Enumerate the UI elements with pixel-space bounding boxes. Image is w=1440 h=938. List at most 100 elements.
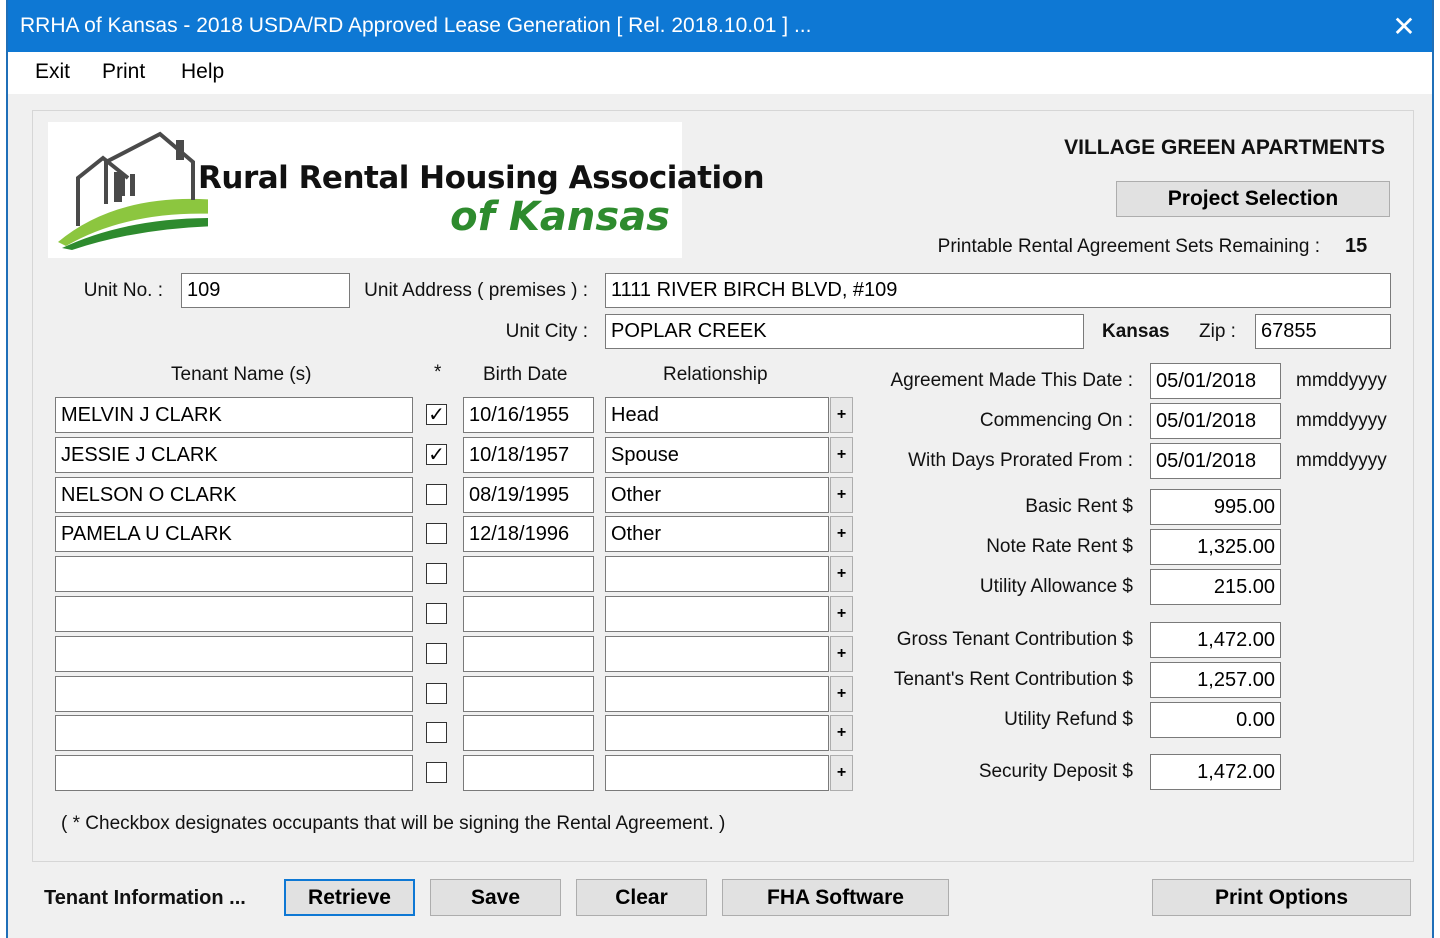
birth-date-field[interactable] (463, 437, 594, 473)
amount-label: Gross Tenant Contribution $ (896, 629, 1133, 650)
relationship-field[interactable] (605, 477, 829, 513)
date-format-hint: mmddyyyy (1296, 370, 1387, 391)
tenant-name-field[interactable] (55, 755, 413, 791)
close-icon[interactable]: ✕ (1386, 8, 1422, 44)
date-field[interactable] (1150, 363, 1281, 399)
save-button[interactable]: Save (430, 879, 561, 916)
clear-button[interactable]: Clear (576, 879, 707, 916)
birth-date-field[interactable] (463, 477, 594, 513)
retrieve-button[interactable]: Retrieve (284, 879, 415, 916)
date-format-hint: mmddyyyy (1296, 410, 1387, 431)
tenant-name-field[interactable] (55, 715, 413, 751)
zip-field[interactable] (1255, 314, 1391, 349)
tenant-name-field[interactable] (55, 556, 413, 592)
amount-field[interactable] (1150, 529, 1281, 565)
signing-checkbox[interactable] (426, 643, 447, 664)
signing-checkbox[interactable] (426, 683, 447, 704)
amount-label: Security Deposit $ (978, 761, 1133, 782)
relationship-dropdown-button[interactable]: + (830, 477, 853, 513)
amount-field[interactable] (1150, 622, 1281, 658)
menu-help[interactable]: Help (181, 60, 224, 84)
relationship-dropdown-button[interactable]: + (830, 676, 853, 712)
date-label: Agreement Made This Date : (890, 370, 1133, 391)
signing-checkbox[interactable] (426, 484, 447, 505)
relationship-field[interactable] (605, 676, 829, 712)
menu-exit[interactable]: Exit (35, 60, 70, 84)
birth-date-field[interactable] (463, 596, 594, 632)
signing-checkbox[interactable]: ✓ (426, 444, 447, 465)
amount-label: Utility Refund $ (1004, 709, 1133, 730)
relationship-field[interactable] (605, 397, 829, 433)
tenant-name-field[interactable] (55, 477, 413, 513)
rrha-logo: Rural Rental Housing Association of Kans… (48, 122, 765, 258)
birth-date-field[interactable] (463, 636, 594, 672)
relationship-dropdown-button[interactable]: + (830, 397, 853, 433)
relationship-dropdown-button[interactable]: + (830, 516, 853, 552)
signing-checkbox[interactable] (426, 523, 447, 544)
relationship-dropdown-button[interactable]: + (830, 556, 853, 592)
unit-no-label: Unit No. : (83, 280, 163, 301)
tenant-name-field[interactable] (55, 596, 413, 632)
date-field[interactable] (1150, 443, 1281, 479)
relationship-dropdown-button[interactable]: + (830, 755, 853, 791)
relationship-dropdown-button[interactable]: + (830, 437, 853, 473)
menu-bar: Exit Print Help (8, 52, 1432, 94)
birth-date-field[interactable] (463, 397, 594, 433)
amount-field[interactable] (1150, 662, 1281, 698)
header-sign: * (434, 362, 442, 383)
logo-line-2: of Kansas (450, 194, 670, 240)
tenant-name-field[interactable] (55, 516, 413, 552)
tenant-information-label: Tenant Information ... (44, 887, 246, 909)
relationship-dropdown-button[interactable]: + (830, 636, 853, 672)
unit-no-field[interactable] (181, 273, 350, 308)
date-field[interactable] (1150, 403, 1281, 439)
title-bar[interactable]: RRHA of Kansas - 2018 USDA/RD Approved L… (8, 0, 1432, 52)
amount-field[interactable] (1150, 569, 1281, 605)
birth-date-field[interactable] (463, 556, 594, 592)
relationship-dropdown-button[interactable]: + (830, 596, 853, 632)
house-logo-icon (58, 131, 208, 250)
date-format-hint: mmddyyyy (1296, 450, 1387, 471)
project-selection-button[interactable]: Project Selection (1116, 181, 1390, 217)
relationship-dropdown-button[interactable]: + (830, 715, 853, 751)
tenant-name-field[interactable] (55, 676, 413, 712)
fha-software-button[interactable]: FHA Software (722, 879, 949, 916)
amount-field[interactable] (1150, 489, 1281, 525)
signing-checkbox[interactable] (426, 603, 447, 624)
date-label: Commencing On : (979, 410, 1133, 431)
signing-checkbox[interactable] (426, 563, 447, 584)
signing-checkbox[interactable]: ✓ (426, 404, 447, 425)
birth-date-field[interactable] (463, 676, 594, 712)
unit-city-field[interactable] (605, 314, 1084, 349)
birth-date-field[interactable] (463, 755, 594, 791)
remaining-count: 15 (1345, 235, 1368, 257)
relationship-field[interactable] (605, 596, 829, 632)
amount-field[interactable] (1150, 702, 1281, 738)
relationship-field[interactable] (605, 755, 829, 791)
relationship-field[interactable] (605, 516, 829, 552)
unit-address-field[interactable] (605, 273, 1391, 308)
relationship-field[interactable] (605, 636, 829, 672)
amount-label: Note Rate Rent $ (986, 536, 1133, 557)
unit-city-label: Unit City : (505, 321, 588, 342)
date-label: With Days Prorated From : (908, 450, 1133, 471)
tenant-name-field[interactable] (55, 437, 413, 473)
tenant-name-field[interactable] (55, 636, 413, 672)
zip-label: Zip : (1199, 321, 1236, 342)
amount-label: Tenant's Rent Contribution $ (893, 669, 1133, 690)
remaining-label: Printable Rental Agreement Sets Remainin… (937, 236, 1320, 257)
unit-address-label: Unit Address ( premises ) : (364, 280, 588, 301)
amount-field[interactable] (1150, 754, 1281, 790)
relationship-field[interactable] (605, 715, 829, 751)
birth-date-field[interactable] (463, 715, 594, 751)
relationship-field[interactable] (605, 437, 829, 473)
header-birth-date: Birth Date (483, 364, 568, 385)
signing-checkbox[interactable] (426, 722, 447, 743)
tenant-name-field[interactable] (55, 397, 413, 433)
menu-print[interactable]: Print (102, 60, 145, 84)
amount-label: Basic Rent $ (1025, 496, 1133, 517)
print-options-button[interactable]: Print Options (1152, 879, 1411, 916)
relationship-field[interactable] (605, 556, 829, 592)
birth-date-field[interactable] (463, 516, 594, 552)
signing-checkbox[interactable] (426, 762, 447, 783)
